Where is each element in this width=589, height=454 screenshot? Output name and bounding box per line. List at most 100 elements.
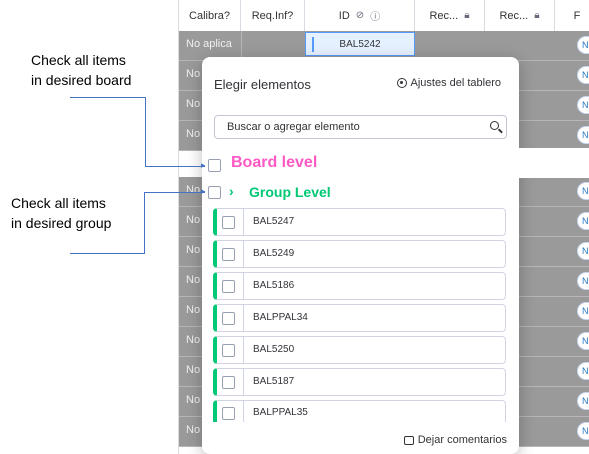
row-value: No	[186, 128, 201, 140]
screenshot-page: Calibra? Req.Inf? ID ⊘ ⓘ Rec... 🔒︎ Rec..…	[0, 0, 589, 454]
connector-line	[145, 97, 146, 167]
column-label: Rec...	[499, 9, 529, 22]
item-label: BAL5186	[253, 280, 295, 291]
status-badge-text: N	[582, 366, 589, 376]
item-checkbox[interactable]	[222, 344, 235, 357]
row-value: No	[186, 424, 201, 436]
item-label: BAL5250	[253, 344, 295, 355]
status-badge[interactable]: N	[577, 126, 589, 144]
item-checkbox[interactable]	[222, 248, 235, 261]
row-value: No	[186, 98, 201, 110]
row-value: No	[186, 184, 201, 196]
board-annotation: Check all items in desired board	[31, 50, 131, 90]
group-select-all-checkbox[interactable]	[208, 186, 221, 199]
column-header-reqinf[interactable]: Req.Inf?	[241, 0, 305, 31]
search-input[interactable]: Buscar o agregar elemento	[214, 115, 507, 139]
column-label: Req.Inf?	[251, 9, 294, 22]
row-value: No	[186, 214, 201, 226]
list-item[interactable]: BALPPAL35	[213, 400, 506, 422]
item-checkbox[interactable]	[222, 407, 235, 420]
status-badge[interactable]: N	[577, 302, 589, 320]
arrow-head-icon: ▸	[201, 186, 206, 196]
column-header-f[interactable]: F	[555, 0, 589, 31]
status-badge[interactable]: N	[577, 362, 589, 380]
group-annotation: Check all items in desired group	[11, 193, 111, 233]
status-badge[interactable]: N	[577, 66, 589, 84]
status-badge[interactable]: N	[577, 392, 589, 410]
status-badge[interactable]: N	[577, 332, 589, 350]
column-header-rec-1[interactable]: Rec... 🔒︎	[415, 0, 485, 31]
search-icon[interactable]	[490, 121, 499, 130]
lock-icon: 🔒︎	[464, 10, 470, 21]
connector-line	[144, 192, 145, 254]
column-header-rec-2[interactable]: Rec... 🔒︎	[485, 0, 555, 31]
annotation-line-1: Check all items	[31, 52, 126, 68]
lock-icon: 🔒︎	[534, 10, 540, 21]
list-item[interactable]: BAL5250	[213, 336, 506, 364]
gear-icon	[396, 78, 407, 88]
table-header: Calibra? Req.Inf? ID ⊘ ⓘ Rec... 🔒︎ Rec..…	[179, 0, 589, 32]
item-divider	[243, 305, 244, 331]
annotation-line-2: in desired group	[11, 215, 112, 231]
arrow-head-icon: ▸	[201, 160, 206, 170]
column-header-id[interactable]: ID ⊘ ⓘ	[305, 0, 415, 31]
column-label: ID	[338, 9, 350, 22]
chevron-right-icon[interactable]: ›	[229, 183, 234, 199]
list-item[interactable]: BAL5249	[213, 240, 506, 268]
column-header-calibra[interactable]: Calibra?	[179, 0, 241, 31]
item-divider	[243, 337, 244, 363]
status-badge[interactable]: N	[577, 422, 589, 440]
annotation-line-1: Check all items	[11, 195, 106, 211]
row-value: No	[186, 334, 201, 346]
row-value: No	[186, 304, 201, 316]
status-badge-text: N	[582, 306, 589, 316]
item-checkbox[interactable]	[222, 216, 235, 229]
row-value: No	[186, 394, 201, 406]
status-badge[interactable]: N	[577, 212, 589, 230]
info-icon[interactable]: ⓘ	[370, 8, 380, 23]
id-cell-editing[interactable]: BAL5242	[305, 32, 415, 56]
status-badge-text: N	[582, 186, 589, 196]
item-divider	[243, 209, 244, 235]
item-label: BALPPAL35	[253, 407, 308, 418]
board-settings-label: Ajustes del tablero	[410, 77, 502, 89]
leave-feedback-button[interactable]: Dejar comentarios	[403, 434, 507, 446]
board-settings-button[interactable]: Ajustes del tablero	[396, 77, 502, 89]
item-divider	[243, 273, 244, 299]
item-checkbox[interactable]	[222, 376, 235, 389]
eye-off-icon[interactable]: ⊘	[356, 10, 364, 21]
status-badge-text: N	[582, 246, 589, 256]
column-label: F	[573, 9, 581, 22]
status-badge[interactable]: N	[577, 182, 589, 200]
list-item[interactable]: BAL5187	[213, 368, 506, 396]
list-item[interactable]: BAL5186	[213, 272, 506, 300]
status-badge[interactable]: N	[577, 242, 589, 260]
connector-line	[145, 166, 205, 167]
status-badge[interactable]: N	[577, 36, 589, 54]
status-badge-text: N	[582, 40, 589, 50]
item-checkbox[interactable]	[222, 312, 235, 325]
item-label: BALPPAL34	[253, 312, 308, 323]
board-select-all-checkbox[interactable]	[208, 159, 221, 172]
group-level-label: Group Level	[249, 184, 331, 200]
search-placeholder: Buscar o agregar elemento	[227, 121, 360, 133]
item-label: BAL5247	[253, 216, 295, 227]
item-divider	[243, 241, 244, 267]
list-item[interactable]: BAL5247	[213, 208, 506, 236]
row-value: No	[186, 364, 201, 376]
row-value: No	[186, 68, 201, 80]
status-badge-text: N	[582, 336, 589, 346]
list-item[interactable]: BALPPAL34	[213, 304, 506, 332]
item-divider	[243, 369, 244, 395]
row-value: No	[186, 244, 201, 256]
connector-line	[70, 253, 144, 254]
connector-line	[70, 97, 145, 98]
board-level-label: Board level	[231, 154, 318, 171]
status-badge-text: N	[582, 130, 589, 140]
status-badge-text: N	[582, 276, 589, 286]
status-badge-text: N	[582, 70, 589, 80]
item-checkbox[interactable]	[222, 280, 235, 293]
status-badge[interactable]: N	[577, 96, 589, 114]
status-badge[interactable]: N	[577, 272, 589, 290]
id-value: BAL5242	[339, 38, 381, 50]
